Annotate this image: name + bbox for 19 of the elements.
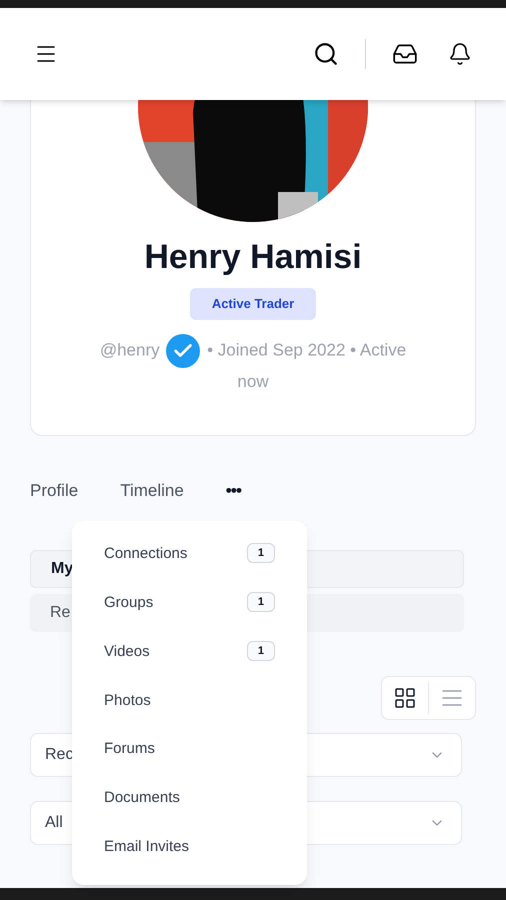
count-badge: 1: [246, 592, 275, 612]
count-badge: 1: [246, 640, 275, 661]
username: @henry: [100, 340, 160, 359]
menu-item[interactable]: Photos: [104, 690, 275, 738]
profile-tab[interactable]: •••: [226, 478, 242, 504]
menu-item[interactable]: Connections 1: [104, 543, 275, 592]
count-badge: 1: [246, 543, 275, 563]
menu-item[interactable]: Email Invites: [104, 836, 275, 886]
profile-meta: • Joined Sep 2022 • Active now: [207, 340, 406, 390]
search-icon[interactable]: [313, 41, 339, 67]
profile-tab[interactable]: Profile: [30, 478, 78, 504]
menu-item[interactable]: Forums: [104, 738, 275, 788]
menu-item[interactable]: Groups 1: [104, 592, 275, 641]
menu-item[interactable]: Videos 1: [104, 640, 275, 690]
menu-item[interactable]: Documents: [104, 787, 275, 836]
notifications-icon[interactable]: [448, 42, 472, 66]
profile-tab[interactable]: Timeline: [120, 478, 184, 504]
role-badge: Active Trader: [190, 288, 316, 320]
profile-name: Henry Hamisi: [144, 240, 362, 274]
